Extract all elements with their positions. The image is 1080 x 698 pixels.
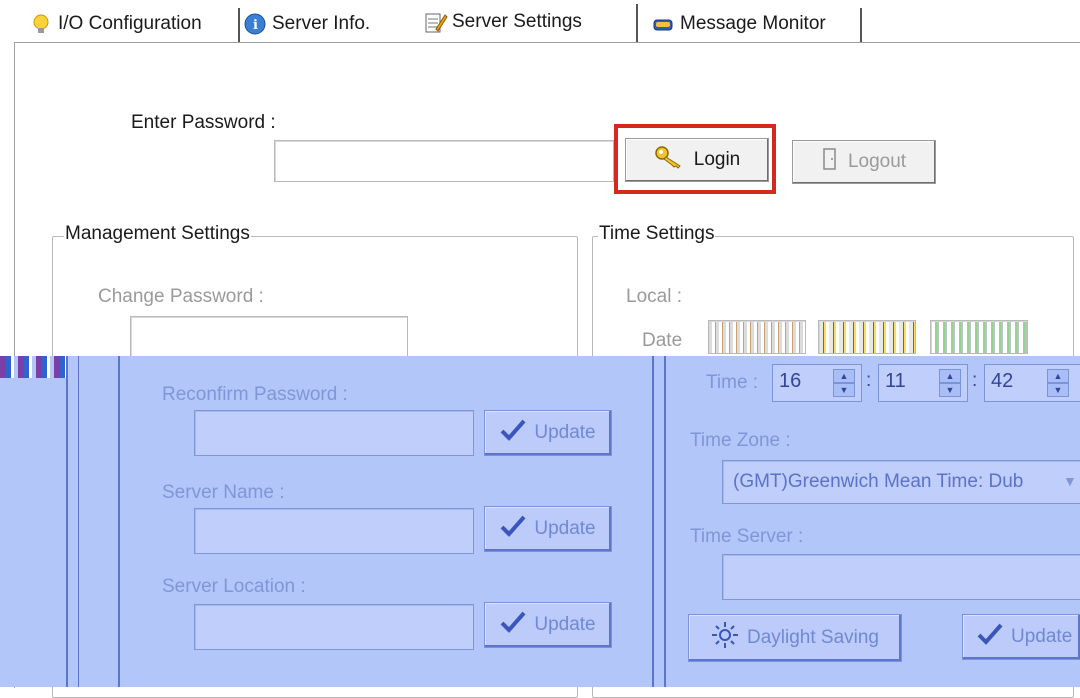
date-year-spinner[interactable] bbox=[708, 320, 806, 354]
update-server-location-button[interactable]: Update bbox=[484, 602, 612, 648]
date-label: Date bbox=[642, 330, 683, 351]
minute-value: 11 bbox=[885, 370, 906, 392]
hour-spinner[interactable]: 16 ▲ ▼ bbox=[772, 364, 862, 402]
monitor-icon bbox=[652, 13, 674, 35]
tab-divider bbox=[860, 8, 862, 42]
reconfirm-password-input[interactable] bbox=[194, 410, 474, 456]
logout-label: Logout bbox=[847, 151, 907, 172]
time-colon: : bbox=[866, 370, 872, 391]
tab-divider bbox=[238, 8, 240, 42]
server-location-label: Server Location : bbox=[162, 576, 306, 597]
checkmark-icon bbox=[977, 622, 1003, 652]
enter-password-label: Enter Password : bbox=[131, 112, 276, 133]
minute-spinner[interactable]: 11 ▲ ▼ bbox=[878, 364, 968, 402]
hour-spin-arrows[interactable]: ▲ ▼ bbox=[833, 369, 855, 397]
checkmark-icon bbox=[500, 610, 526, 640]
second-value: 42 bbox=[991, 370, 1014, 392]
password-input[interactable] bbox=[274, 140, 614, 182]
server-name-label: Server Name : bbox=[162, 482, 285, 503]
chevron-down-icon: ▼ bbox=[1063, 473, 1077, 489]
local-label: Local : bbox=[626, 286, 682, 307]
svg-text:i: i bbox=[253, 18, 258, 33]
tab-message-monitor[interactable]: Message Monitor bbox=[652, 6, 826, 42]
tab-label: Message Monitor bbox=[680, 13, 826, 34]
date-day-spinner[interactable] bbox=[930, 320, 1028, 354]
lightbulb-icon bbox=[30, 13, 52, 35]
server-name-input[interactable] bbox=[194, 508, 474, 554]
server-location-input[interactable] bbox=[194, 604, 474, 650]
update-server-name-button[interactable]: Update bbox=[484, 506, 612, 552]
tab-io-configuration[interactable]: I/O Configuration bbox=[30, 6, 202, 42]
time-label: Time : bbox=[706, 372, 759, 393]
daylight-saving-button[interactable]: Daylight Saving bbox=[688, 614, 902, 662]
hour-value: 16 bbox=[779, 370, 802, 392]
change-password-label: Change Password : bbox=[98, 286, 264, 307]
time-server-label: Time Server : bbox=[690, 526, 804, 547]
login-button[interactable]: Login bbox=[625, 138, 769, 182]
checkmark-icon bbox=[500, 514, 526, 544]
update-label: Update bbox=[1011, 626, 1073, 647]
tab-label: I/O Configuration bbox=[58, 13, 202, 34]
login-label: Login bbox=[693, 149, 741, 170]
time-server-input[interactable] bbox=[722, 554, 1080, 600]
glitch-artifact bbox=[0, 356, 70, 378]
overlay-edge-line bbox=[78, 356, 79, 687]
checkmark-icon bbox=[500, 418, 526, 448]
key-icon bbox=[654, 145, 684, 175]
group-border-left bbox=[664, 356, 666, 687]
tab-server-info[interactable]: i Server Info. bbox=[244, 6, 370, 42]
tab-label: Server Info. bbox=[272, 13, 371, 34]
tab-divider bbox=[636, 4, 638, 42]
time-colon: : bbox=[972, 370, 978, 391]
timezone-label: Time Zone : bbox=[690, 430, 791, 451]
daylight-saving-label: Daylight Saving bbox=[746, 627, 880, 648]
settings-pencil-icon bbox=[424, 11, 448, 33]
overlay-edge-line bbox=[66, 356, 68, 687]
logout-button[interactable]: Logout bbox=[792, 140, 936, 184]
second-spinner[interactable]: 42 ▲ ▼ bbox=[984, 364, 1080, 402]
tab-strip: I/O Configuration i Server Info. Server … bbox=[0, 0, 1080, 46]
date-month-spinner[interactable] bbox=[818, 320, 916, 354]
second-spin-arrows[interactable]: ▲ ▼ bbox=[1047, 369, 1069, 397]
reconfirm-password-label: Reconfirm Password : bbox=[162, 384, 348, 405]
management-settings-title: Management Settings bbox=[64, 223, 251, 245]
update-label: Update bbox=[534, 422, 596, 443]
update-label: Update bbox=[534, 614, 596, 635]
timezone-select[interactable]: (GMT)Greenwich Mean Time: Dub ▼ bbox=[722, 460, 1080, 504]
door-icon bbox=[822, 147, 838, 177]
update-label: Update bbox=[534, 518, 596, 539]
info-icon: i bbox=[244, 13, 266, 35]
group-border-divider bbox=[652, 356, 654, 687]
tab-server-settings[interactable]: Server Settings bbox=[424, 0, 582, 44]
update-time-button[interactable]: Update bbox=[962, 614, 1080, 660]
time-settings-title: Time Settings bbox=[598, 223, 716, 245]
change-password-input[interactable] bbox=[130, 316, 408, 360]
group-border-left bbox=[118, 356, 120, 687]
tab-label: Server Settings bbox=[452, 11, 582, 32]
timezone-value: (GMT)Greenwich Mean Time: Dub bbox=[733, 471, 1024, 492]
minute-spin-arrows[interactable]: ▲ ▼ bbox=[939, 369, 961, 397]
update-password-button[interactable]: Update bbox=[484, 410, 612, 456]
sun-icon bbox=[711, 621, 739, 655]
